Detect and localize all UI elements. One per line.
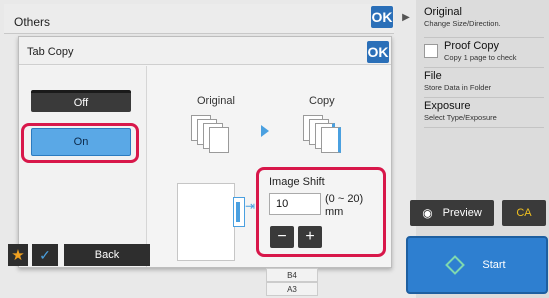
right-item-title: Exposure [424, 100, 471, 112]
preview-sheet [177, 183, 235, 261]
right-item-sub: Store Data in Folder [424, 83, 492, 92]
shift-marker-icon: ⇥ [245, 199, 256, 213]
right-item-file[interactable]: File Store Data in Folder [424, 68, 544, 98]
paper-size-b4: B4 [266, 268, 318, 282]
on-button[interactable]: On [31, 128, 131, 156]
back-button[interactable]: Back [64, 244, 150, 266]
copy-label: Copy [309, 95, 335, 107]
others-header: Others OK [4, 4, 394, 34]
tab-sheet-icon [321, 127, 341, 153]
clear-all-button[interactable]: CA [502, 200, 546, 226]
right-item-title: File [424, 70, 442, 82]
original-stack-icon [191, 115, 241, 155]
tab-strip [233, 197, 245, 227]
image-shift-range: (0 ~ 20) mm [325, 193, 364, 218]
proof-copy-checkbox[interactable] [424, 44, 438, 58]
right-item-exposure[interactable]: Exposure Select Type/Exposure [424, 98, 544, 128]
preview-button[interactable]: ◉ Preview [410, 200, 494, 226]
start-label: Start [482, 259, 506, 271]
favorite-star-icon[interactable]: ★ [8, 244, 28, 266]
right-item-sub: Copy 1 page to check [444, 53, 517, 62]
plus-button[interactable]: + [298, 226, 322, 248]
minus-button[interactable]: − [270, 226, 294, 248]
proof-copy-text: Proof Copy Copy 1 page to check [444, 40, 517, 62]
start-icon [445, 255, 466, 275]
right-item-proof-copy[interactable]: Proof Copy Copy 1 page to check [424, 38, 544, 68]
expand-panel-icon[interactable]: ▶ [398, 6, 414, 28]
off-button[interactable]: Off [31, 90, 131, 112]
image-shift-input[interactable]: 10 [269, 193, 321, 215]
arrow-right-icon [261, 125, 269, 137]
tab-copy-dialog: Tab Copy OK Off On Original Copy ⇥ Image… [18, 36, 392, 268]
right-item-original[interactable]: Original Change Size/Direction. [424, 6, 544, 38]
preview-icon: ◉ [422, 206, 433, 220]
preview-label: Preview [442, 207, 482, 219]
others-title: Others [14, 15, 51, 29]
sheet-icon [209, 127, 229, 153]
copy-stack-icon [303, 115, 359, 155]
image-shift-label: Image Shift [269, 176, 325, 188]
dialog-header: Tab Copy OK [19, 37, 391, 65]
dialog-ok-button[interactable]: OK [367, 41, 389, 63]
right-item-title: Proof Copy [444, 40, 500, 52]
paper-size-a3: A3 [266, 282, 318, 296]
right-item-title: Original [424, 6, 462, 18]
original-label: Original [197, 95, 235, 107]
tab-strip-marker [236, 202, 240, 222]
others-ok-button[interactable]: OK [371, 6, 393, 28]
right-item-sub: Change Size/Direction. [424, 19, 501, 28]
option-pane: Off On [19, 66, 147, 267]
start-button[interactable]: Start [406, 236, 548, 294]
right-item-sub: Select Type/Exposure [424, 113, 497, 122]
dialog-title: Tab Copy [27, 46, 74, 58]
check-icon[interactable]: ✓ [32, 244, 58, 266]
